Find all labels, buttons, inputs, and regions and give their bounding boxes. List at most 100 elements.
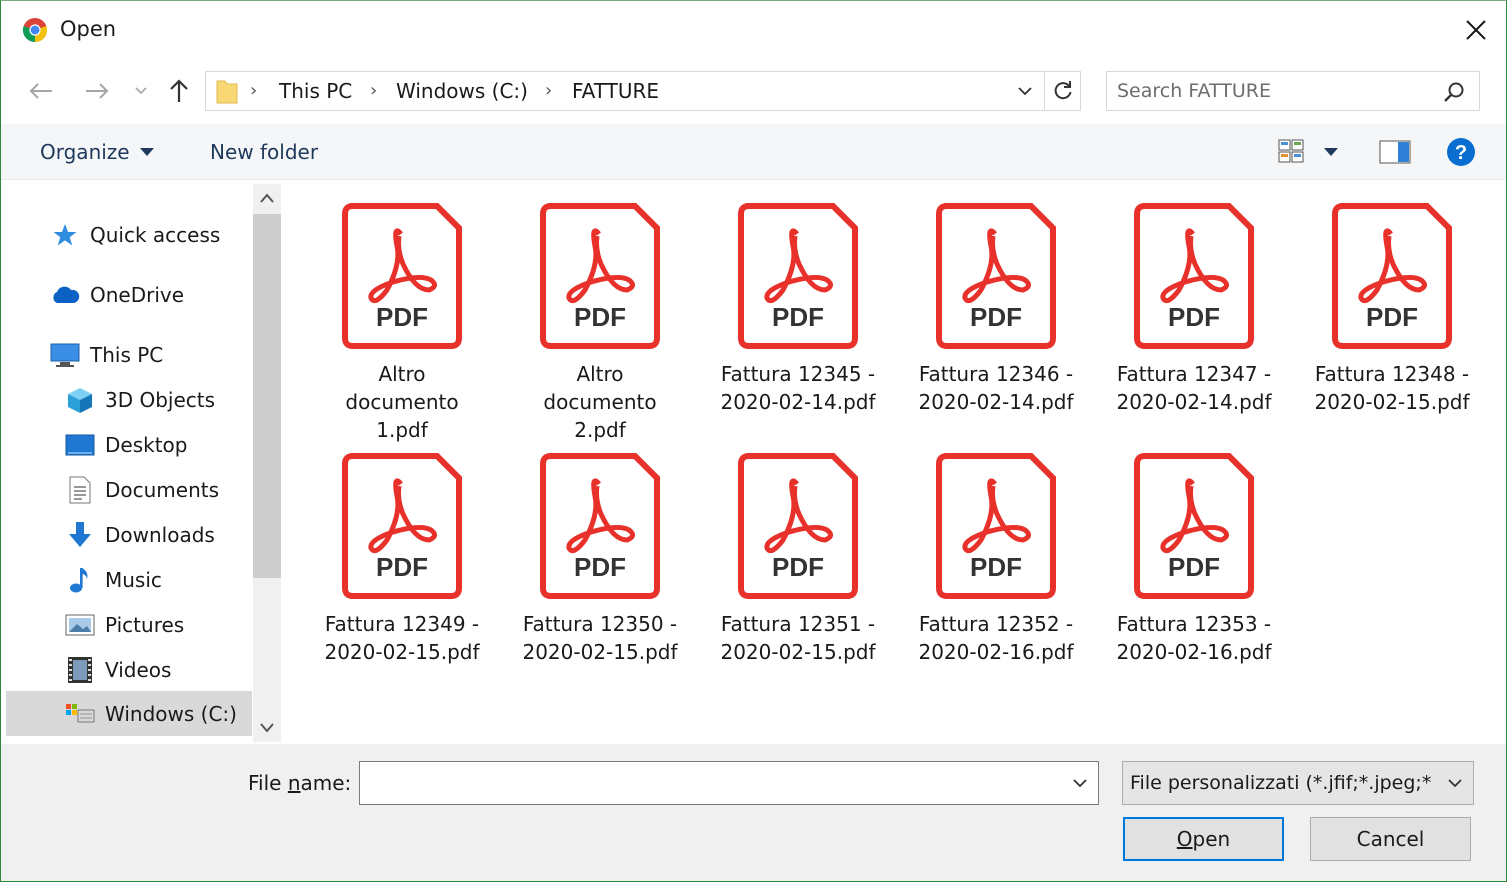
- file-item[interactable]: PDF Fattura 12352 -2020-02-16.pdf: [901, 452, 1091, 666]
- pdf-file-icon: PDF: [738, 203, 858, 349]
- pdf-file-icon: PDF: [540, 203, 660, 349]
- search-input[interactable]: [1117, 72, 1437, 110]
- pdf-file-icon: PDF: [540, 453, 660, 599]
- sidebar-item-documents[interactable]: Documents: [65, 469, 219, 511]
- sidebar-item-onedrive[interactable]: OneDrive: [50, 274, 184, 316]
- sidebar-item-label: OneDrive: [90, 283, 185, 307]
- sidebar-item-downloads[interactable]: Downloads: [65, 514, 215, 556]
- breadcrumb-fatture[interactable]: FATTURE: [572, 72, 659, 110]
- pdf-label: PDF: [1168, 552, 1220, 582]
- refresh-button[interactable]: [1050, 78, 1076, 104]
- close-icon: [1466, 20, 1486, 40]
- caret-down-icon: [139, 148, 154, 156]
- open-button[interactable]: Open: [1123, 817, 1284, 861]
- sidebar-item-label: Windows (C:): [105, 701, 237, 726]
- pdf-file-icon: PDF: [342, 203, 462, 349]
- sidebar-item-label: Downloads: [105, 523, 215, 547]
- cancel-button[interactable]: Cancel: [1310, 817, 1471, 861]
- file-item[interactable]: PDF Fattura 12345 -2020-02-14.pdf: [703, 202, 893, 416]
- file-name: Fattura 12347 -2020-02-14.pdf: [1116, 362, 1272, 414]
- new-folder-button[interactable]: New folder: [210, 140, 318, 164]
- breadcrumb-windows-c[interactable]: Windows (C:): [396, 72, 528, 110]
- file-name-input[interactable]: [366, 762, 1056, 804]
- sidebar-item-videos[interactable]: Videos: [65, 649, 171, 691]
- sidebar-item-label: Desktop: [105, 433, 188, 457]
- recent-locations-button[interactable]: [130, 80, 152, 102]
- pdf-label: PDF: [772, 302, 824, 332]
- file-item[interactable]: PDF Altro documento 1.pdf: [307, 202, 497, 444]
- file-name: Altro documento 1.pdf: [345, 362, 459, 442]
- file-item[interactable]: PDF Fattura 12353 -2020-02-16.pdf: [1099, 452, 1289, 666]
- sidebar-item-desktop[interactable]: Desktop: [65, 424, 187, 466]
- sidebar-item-label: Videos: [105, 658, 172, 682]
- computer-icon: [50, 340, 80, 370]
- sidebar-scrollbar-thumb[interactable]: [253, 214, 281, 578]
- file-item[interactable]: PDF Fattura 12349 -2020-02-15.pdf: [307, 452, 497, 666]
- pdf-label: PDF: [376, 302, 428, 332]
- view-options-caret-icon[interactable]: [1324, 148, 1338, 156]
- pdf-file-icon: PDF: [1134, 453, 1254, 599]
- pdf-file-icon: PDF: [936, 453, 1056, 599]
- scroll-up-icon[interactable]: [259, 192, 275, 204]
- file-name: Fattura 12345 -2020-02-14.pdf: [720, 362, 876, 414]
- file-item[interactable]: PDF Fattura 12346 -2020-02-14.pdf: [901, 202, 1091, 416]
- breadcrumb-separator: ›: [250, 80, 258, 101]
- pdf-label: PDF: [1366, 302, 1418, 332]
- sidebar-item-label: Music: [105, 568, 162, 592]
- pdf-label: PDF: [970, 552, 1022, 582]
- file-item[interactable]: PDF Fattura 12351 -2020-02-15.pdf: [703, 452, 893, 666]
- navigation-pane: Quick access OneDrive This PC 3D Objects…: [6, 184, 252, 742]
- chevron-down-icon[interactable]: [1072, 778, 1088, 788]
- pdf-file-icon: PDF: [1134, 203, 1254, 349]
- sidebar-item-windows-c[interactable]: Windows (C:): [6, 691, 252, 736]
- file-name-label: File name:: [248, 771, 352, 795]
- forward-button[interactable]: [82, 76, 112, 106]
- search-icon[interactable]: [1443, 81, 1465, 103]
- help-icon[interactable]: ?: [1446, 137, 1476, 167]
- sidebar-item-music[interactable]: Music: [65, 559, 162, 601]
- file-name: Fattura 12351 -2020-02-15.pdf: [720, 612, 876, 664]
- scroll-down-icon[interactable]: [259, 722, 275, 734]
- file-name-combobox[interactable]: [359, 761, 1099, 805]
- refresh-icon: [1054, 81, 1072, 100]
- arrow-up-icon: [170, 79, 188, 102]
- file-name: Fattura 12349 -2020-02-15.pdf: [324, 612, 480, 664]
- address-bar[interactable]: › This PC › Windows (C:) › FATTURE: [205, 71, 1081, 111]
- breadcrumb-this-pc[interactable]: This PC: [279, 72, 352, 110]
- pdf-file-icon: PDF: [936, 203, 1056, 349]
- video-icon: [65, 655, 95, 685]
- file-item[interactable]: PDF Fattura 12347 -2020-02-14.pdf: [1099, 202, 1289, 416]
- back-button[interactable]: [26, 76, 56, 106]
- sidebar-item-3d-objects[interactable]: 3D Objects: [65, 379, 215, 421]
- folder-icon: [216, 80, 238, 104]
- file-name: Fattura 12352 -2020-02-16.pdf: [918, 612, 1074, 664]
- file-type-value: File personalizzati (*.jfif;*.jpeg;*: [1130, 772, 1432, 794]
- address-dropdown-button[interactable]: [1014, 80, 1036, 102]
- chevron-down-icon: [1018, 87, 1032, 96]
- desktop-icon: [65, 430, 95, 460]
- close-button[interactable]: [1452, 10, 1500, 50]
- file-type-select[interactable]: File personalizzati (*.jfif;*.jpeg;*: [1122, 761, 1474, 805]
- file-item[interactable]: PDF Fattura 12348 -2020-02-15.pdf: [1297, 202, 1487, 416]
- file-list: PDF Altro documento 1.pdf PDF Altro documento 2…: [282, 184, 1506, 742]
- sidebar-item-pictures[interactable]: Pictures: [65, 604, 184, 646]
- sidebar-item-this-pc[interactable]: This PC: [50, 334, 163, 376]
- file-name: Altro documento 2.pdf: [543, 362, 657, 442]
- title-bar: [1, 1, 1507, 59]
- pdf-label: PDF: [1168, 302, 1220, 332]
- large-icons-view-icon[interactable]: [1278, 139, 1304, 163]
- cloud-icon: [50, 280, 80, 310]
- file-name: Fattura 12348 -2020-02-15.pdf: [1314, 362, 1470, 414]
- file-item[interactable]: PDF Altro documento 2.pdf: [505, 202, 695, 444]
- file-name: Fattura 12350 -2020-02-15.pdf: [522, 612, 678, 664]
- organize-button[interactable]: Organize: [40, 140, 154, 164]
- sidebar-item-label: This PC: [90, 343, 164, 367]
- up-button[interactable]: [164, 76, 194, 106]
- file-item[interactable]: PDF Fattura 12350 -2020-02-15.pdf: [505, 452, 695, 666]
- file-name: Fattura 12353 -2020-02-16.pdf: [1116, 612, 1272, 664]
- search-box[interactable]: [1106, 71, 1480, 111]
- pdf-label: PDF: [376, 552, 428, 582]
- preview-pane-icon[interactable]: [1379, 140, 1411, 164]
- pdf-label: PDF: [970, 302, 1022, 332]
- sidebar-item-quick-access[interactable]: Quick access: [50, 214, 220, 256]
